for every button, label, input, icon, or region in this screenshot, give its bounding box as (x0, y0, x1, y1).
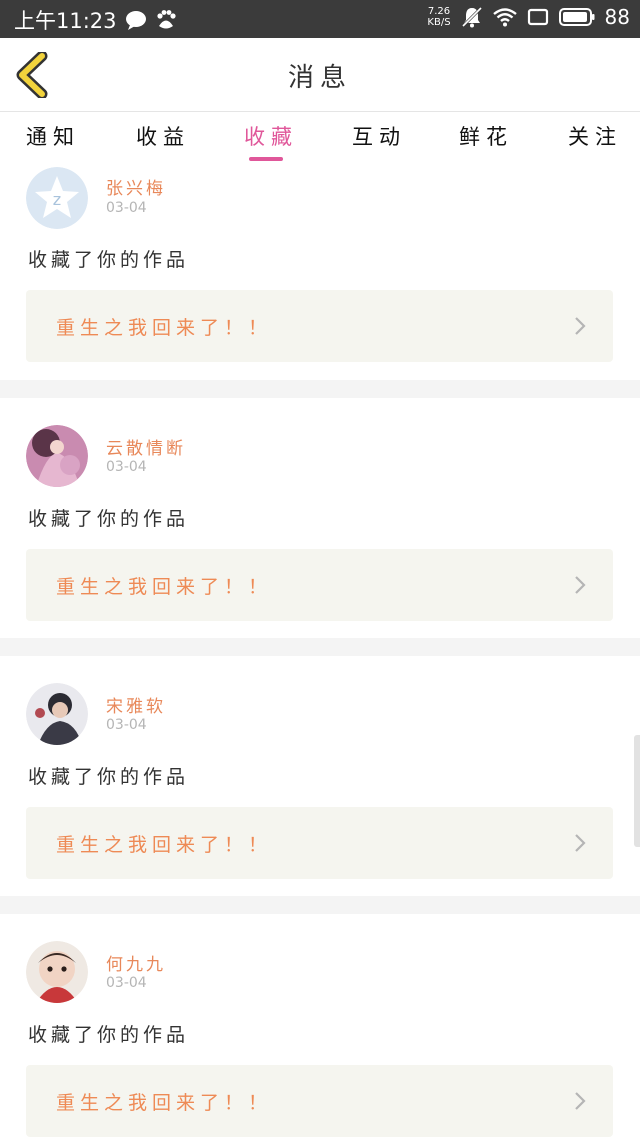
separator (0, 380, 640, 398)
username[interactable]: 云散情断 (106, 434, 186, 459)
chevron-right-icon (575, 317, 586, 335)
tab-notifications[interactable]: 通知 (26, 121, 80, 151)
screen-icon (527, 8, 548, 26)
net-speed: 7.26 KB/S (427, 6, 450, 28)
muted-bell-icon (461, 6, 482, 28)
chat-bubble-icon (125, 11, 146, 30)
status-left: 上午11:23 (14, 5, 177, 35)
net-speed-value: 7.26 (427, 6, 451, 17)
work-title: 重生之我回来了！！ (56, 1092, 273, 1114)
tab-bar: 通知 收益 收藏 互动 鲜花 关注 (0, 113, 640, 165)
avatar[interactable]: z (26, 167, 88, 229)
message-date: 03-04 (106, 717, 147, 733)
battery-icon (558, 8, 595, 26)
work-link[interactable]: 重生之我回来了！！ (26, 290, 613, 362)
chevron-right-icon (575, 1092, 586, 1110)
work-link[interactable]: 重生之我回来了！！ (26, 549, 613, 621)
message-card: 宋雅软 03-04 收藏了你的作品 重生之我回来了！！ (0, 656, 640, 896)
tab-flowers[interactable]: 鲜花 (459, 121, 513, 151)
pink-dress-avatar (26, 425, 88, 487)
message-date: 03-04 (106, 459, 147, 475)
message-card: 何九九 03-04 收藏了你的作品 重生之我回来了！！ (0, 914, 640, 1138)
chevron-right-icon (575, 834, 586, 852)
username[interactable]: 何九九 (106, 950, 166, 975)
avatar[interactable] (26, 425, 88, 487)
status-bar: 上午11:23 7.26 KB/S 88 (0, 0, 640, 38)
separator (0, 638, 640, 656)
baidu-paw-icon (156, 10, 176, 29)
avatar[interactable] (26, 941, 88, 1003)
message-action: 收藏了你的作品 (28, 508, 190, 530)
baby-portrait-avatar (26, 941, 88, 1003)
message-action: 收藏了你的作品 (28, 766, 190, 788)
message-card: 云散情断 03-04 收藏了你的作品 重生之我回来了！！ (0, 398, 640, 638)
svg-text:z: z (53, 190, 61, 209)
default-star-avatar: z (26, 167, 88, 229)
person-portrait-avatar (26, 683, 88, 745)
tab-interactions[interactable]: 互动 (352, 121, 406, 151)
battery-level: 88 (604, 5, 630, 29)
wifi-icon (492, 8, 517, 27)
work-title: 重生之我回来了！！ (56, 317, 273, 339)
message-date: 03-04 (106, 975, 147, 991)
work-link[interactable]: 重生之我回来了！！ (26, 807, 613, 879)
message-action: 收藏了你的作品 (28, 1024, 190, 1046)
header: 消息 (0, 38, 640, 112)
status-right: 7.26 KB/S 88 (427, 5, 630, 29)
tab-following[interactable]: 关注 (568, 121, 622, 151)
tab-favorites[interactable]: 收藏 (244, 121, 298, 151)
avatar[interactable] (26, 683, 88, 745)
work-title: 重生之我回来了！！ (56, 576, 273, 598)
status-time: 上午11:23 (14, 9, 117, 33)
message-action: 收藏了你的作品 (28, 249, 190, 271)
scrollbar-handle[interactable] (634, 735, 640, 847)
tab-earnings[interactable]: 收益 (136, 121, 190, 151)
username[interactable]: 张兴梅 (106, 174, 166, 199)
active-tab-indicator (249, 157, 283, 161)
work-link[interactable]: 重生之我回来了！！ (26, 1065, 613, 1137)
work-title: 重生之我回来了！！ (56, 834, 273, 856)
username[interactable]: 宋雅软 (106, 692, 166, 717)
chevron-right-icon (575, 576, 586, 594)
separator (0, 896, 640, 914)
message-date: 03-04 (106, 200, 147, 216)
net-speed-unit: KB/S (427, 17, 451, 28)
page-title: 消息 (287, 63, 352, 93)
message-card: z 张兴梅 03-04 收藏了你的作品 重生之我回来了！！ (0, 140, 640, 380)
